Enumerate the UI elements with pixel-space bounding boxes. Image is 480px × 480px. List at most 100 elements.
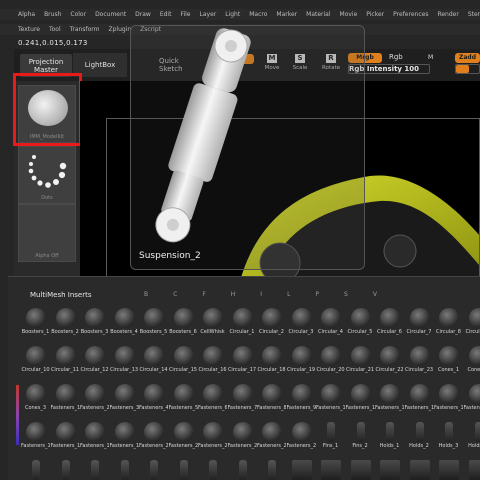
insert-item[interactable]: Holds_4	[464, 420, 480, 452]
insert-item[interactable]: Fasteners_12	[375, 382, 405, 414]
z-intensity-slider[interactable]	[455, 64, 480, 74]
menu-material[interactable]: Material	[306, 9, 330, 20]
insert-item[interactable]: Latches_2	[169, 458, 199, 480]
index-letter-h[interactable]: H	[231, 291, 236, 298]
insert-item[interactable]: Circular_5	[346, 306, 376, 338]
insert-item[interactable]: Boosters_3	[80, 306, 110, 338]
index-letter-f[interactable]: F	[202, 291, 205, 298]
insert-item[interactable]: Circular_6	[375, 306, 405, 338]
insert-item[interactable]: Circular_19	[287, 344, 317, 376]
menu-zplugin[interactable]: Zplugin	[108, 24, 131, 35]
menu-tool[interactable]: Tool	[49, 24, 61, 35]
menu-file[interactable]: File	[180, 9, 190, 20]
insert-item[interactable]: Fasteners_6	[198, 382, 228, 414]
insert-item[interactable]: Fasteners_18	[80, 420, 110, 452]
insert-item[interactable]: Circular_2	[257, 306, 287, 338]
insert-item[interactable]: Fasteners_19	[110, 420, 140, 452]
insert-item[interactable]: Fasteners_2	[80, 382, 110, 414]
insert-item[interactable]: Panels_4	[375, 458, 405, 480]
rgb-toggle[interactable]: Rgb	[389, 53, 403, 61]
insert-item[interactable]: Fasteners_11	[346, 382, 376, 414]
insert-item[interactable]: Holds_3	[434, 420, 464, 452]
index-letter-b[interactable]: B	[144, 291, 148, 298]
insert-item[interactable]: Fasteners_21	[169, 420, 199, 452]
menu-picker[interactable]: Picker	[366, 9, 384, 20]
insert-item[interactable]: Panels_5	[405, 458, 435, 480]
menu-macro[interactable]: Macro	[249, 9, 267, 20]
insert-item[interactable]: Fasteners_25	[287, 420, 317, 452]
insert-item[interactable]: Boosters_1	[21, 306, 51, 338]
insert-item[interactable]: Panels_7	[464, 458, 480, 480]
insert-item[interactable]: Cones_1	[434, 344, 464, 376]
insert-item[interactable]: Holds_5	[51, 458, 81, 480]
insert-item[interactable]: Circular_21	[346, 344, 376, 376]
insert-item[interactable]: Circular_16	[198, 344, 228, 376]
insert-item[interactable]: Fasteners_7	[228, 382, 258, 414]
insert-item[interactable]: Circular_15	[169, 344, 199, 376]
menu-preferences[interactable]: Preferences	[393, 9, 428, 20]
insert-item[interactable]: Fasteners_23	[228, 420, 258, 452]
index-letter-v[interactable]: V	[373, 291, 377, 298]
insert-item[interactable]: Circular_10	[21, 344, 51, 376]
menu-texture[interactable]: Texture	[18, 24, 40, 35]
insert-item[interactable]: Fasteners_24	[257, 420, 287, 452]
insert-item[interactable]: Fasteners_4	[139, 382, 169, 414]
preview-popup[interactable]	[130, 25, 365, 270]
insert-item[interactable]: Latches_3	[198, 458, 228, 480]
insert-item[interactable]: Holds_7	[110, 458, 140, 480]
insert-item[interactable]: Circular_23	[405, 344, 435, 376]
insert-item[interactable]: Panels_2	[316, 458, 346, 480]
insert-item[interactable]: Panels_1	[287, 458, 317, 480]
menu-color[interactable]: Color	[70, 9, 86, 20]
menu-edit[interactable]: Edit	[160, 9, 172, 20]
insert-item[interactable]: Holds_4	[21, 458, 51, 480]
menu-layer[interactable]: Layer	[200, 9, 217, 20]
index-letter-c[interactable]: C	[173, 291, 177, 298]
menu-brush[interactable]: Brush	[44, 9, 61, 20]
scroll-indicator[interactable]	[16, 385, 19, 445]
insert-item[interactable]: Holds_1	[375, 420, 405, 452]
insert-item[interactable]: Holds_2	[405, 420, 435, 452]
insert-item[interactable]: Circular_4	[316, 306, 346, 338]
insert-item[interactable]: Circular_12	[80, 344, 110, 376]
insert-item[interactable]: Fasteners_8	[257, 382, 287, 414]
menu-draw[interactable]: Draw	[135, 9, 151, 20]
menu-transform[interactable]: Transform	[70, 24, 100, 35]
insert-item[interactable]: Fins_2	[346, 420, 376, 452]
insert-item[interactable]: Holds_6	[80, 458, 110, 480]
insert-item[interactable]: Fasteners_14	[434, 382, 464, 414]
insert-item[interactable]: Fasteners_15	[464, 382, 480, 414]
m-toggle[interactable]: M	[428, 54, 433, 61]
index-letter-l[interactable]: L	[287, 291, 290, 298]
insert-item[interactable]: Fasteners_16	[21, 420, 51, 452]
insert-item[interactable]: Circular_14	[139, 344, 169, 376]
insert-item[interactable]: Panels_6	[434, 458, 464, 480]
menu-light[interactable]: Light	[225, 9, 240, 20]
insert-item[interactable]: Fasteners_10	[316, 382, 346, 414]
insert-item[interactable]: Fasteners_13	[405, 382, 435, 414]
alpha-thumbnail[interactable]: Alpha Off	[18, 204, 76, 262]
insert-item[interactable]: Fasteners_22	[198, 420, 228, 452]
menu-alpha[interactable]: Alpha	[18, 9, 35, 20]
insert-item[interactable]: Circular_13	[110, 344, 140, 376]
insert-item[interactable]: Fasteners_20	[139, 420, 169, 452]
insert-item[interactable]: Boosters_6	[169, 306, 199, 338]
insert-item[interactable]: Circular_9	[464, 306, 480, 338]
insert-item[interactable]: CellWhisk	[198, 306, 228, 338]
insert-item[interactable]: Fasteners_1	[51, 382, 81, 414]
insert-item[interactable]: Circular_20	[316, 344, 346, 376]
menu-render[interactable]: Render	[437, 9, 458, 20]
insert-item[interactable]: Circular_18	[257, 344, 287, 376]
insert-item[interactable]: Circular_3	[287, 306, 317, 338]
insert-item[interactable]: Latches_4	[228, 458, 258, 480]
insert-item[interactable]: Boosters_4	[110, 306, 140, 338]
index-letter-i[interactable]: I	[260, 291, 262, 298]
insert-item[interactable]: Cones_3	[21, 382, 51, 414]
menu-document[interactable]: Document	[95, 9, 126, 20]
insert-item[interactable]: Circular_11	[51, 344, 81, 376]
insert-item[interactable]: Circular_8	[434, 306, 464, 338]
insert-item[interactable]: Fasteners_5	[169, 382, 199, 414]
insert-item[interactable]: Latches_1	[139, 458, 169, 480]
insert-item[interactable]: Circular_1	[228, 306, 258, 338]
index-letter-s[interactable]: S	[344, 291, 348, 298]
